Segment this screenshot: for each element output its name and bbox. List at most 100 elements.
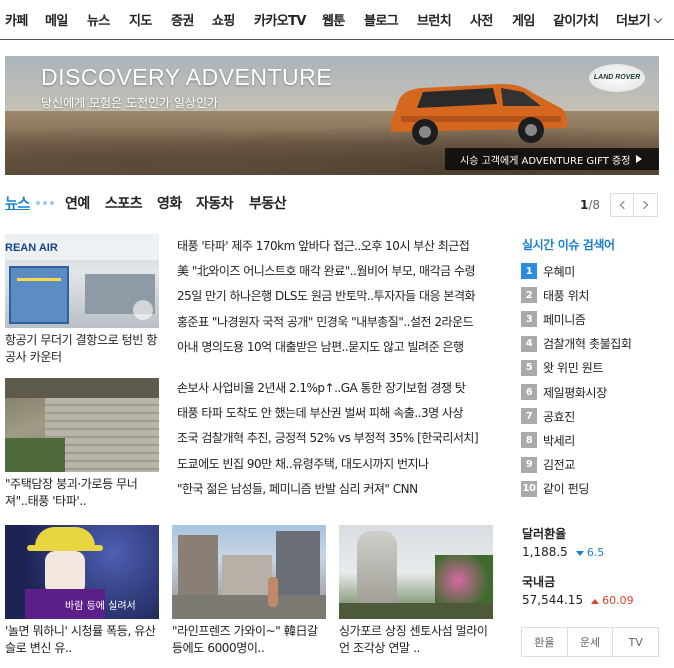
fx-label[interactable]: 달러환율 [522, 525, 566, 542]
gold-value: 57,544.15 [522, 593, 584, 607]
page-indicator: 1/8 [580, 198, 601, 212]
headline-link[interactable]: 손보사 사업비율 2년새 2.1%p↑..GA 통한 장기보험 경쟁 탓 [177, 376, 493, 401]
nav-more-button[interactable]: 더보기 [616, 10, 663, 29]
arrow-down-icon [575, 550, 584, 556]
chevron-right-icon [639, 200, 649, 210]
tab-news[interactable]: 뉴스 [5, 193, 30, 213]
nav-item-webtoon[interactable]: 웹툰 [322, 10, 345, 29]
headline-link[interactable]: 태풍 타파 도착도 안 했는데 부산권 벌써 피해 속출..3명 사상 [177, 401, 493, 426]
tool-fortune-button[interactable]: 운세 [568, 628, 614, 656]
realtime-item[interactable]: 6 제일평화시장 [521, 380, 632, 404]
tab-sports[interactable]: 스포츠 [105, 193, 143, 213]
rank-badge: 5 [521, 359, 537, 376]
realtime-keyword: 태풍 위치 [543, 288, 589, 303]
realtime-keyword: 김전교 [543, 458, 575, 473]
gold-label[interactable]: 국내금 [522, 573, 555, 590]
play-arrow-icon [636, 155, 643, 163]
realtime-item[interactable]: 5 왓 위민 원트 [521, 356, 632, 380]
headline-link[interactable]: 도쿄에도 빈집 90만 채..유령주택, 대도시까지 번지나 [177, 452, 493, 477]
nav-item-together[interactable]: 같이가치 [553, 10, 599, 29]
realtime-item[interactable]: 7 공효진 [521, 404, 632, 428]
nav-item-brunch[interactable]: 브런치 [417, 10, 452, 29]
top-nav: 카페 메일 뉴스 지도 증권 쇼핑 카카오TV 웹툰 블로그 브런치 사전 게임… [0, 0, 674, 40]
nav-item-map[interactable]: 지도 [129, 10, 152, 29]
banner-title: DISCOVERY ADVENTURE [41, 64, 333, 90]
nav-item-kakaotv[interactable]: 카카오TV [254, 10, 306, 29]
realtime-keyword: 우혜미 [543, 264, 575, 279]
headline-link[interactable]: "한국 젊은 남성들, 페미니즘 반발 심리 커져" CNN [177, 477, 493, 502]
headline-link[interactable]: 홍준표 "나경원자 국적 공개" 민경욱 "내부총질"..설전 2라운드 [177, 310, 493, 335]
gold-value-row: 57,544.15 60.09 [522, 593, 634, 607]
realtime-item[interactable]: 1 우혜미 [521, 259, 632, 283]
realtime-keyword: 공효진 [543, 409, 575, 424]
rank-badge: 4 [521, 335, 537, 352]
tab-movie[interactable]: 영화 [157, 193, 182, 213]
brand-logo: LAND ROVER [589, 64, 645, 92]
news-thumbnail[interactable]: REAN AIR [5, 234, 159, 328]
nav-item-blog[interactable]: 블로그 [364, 10, 399, 29]
headline-list: 태풍 '타파' 제주 170km 앞바다 접근..오후 10시 부산 최근접 美… [177, 234, 493, 360]
fx-value: 1,188.5 [522, 545, 568, 559]
tab-realestate[interactable]: 부동산 [249, 193, 287, 213]
headline-link[interactable]: 태풍 '타파' 제주 170km 앞바다 접근..오후 10시 부산 최근접 [177, 234, 493, 259]
rank-badge: 6 [521, 384, 537, 401]
tv-caption-overlay: 바람 등에 실려서 [65, 601, 136, 612]
realtime-item[interactable]: 10 같이 펀딩 [521, 477, 632, 501]
gold-change: 60.09 [602, 593, 634, 607]
airline-sign: REAN AIR [5, 242, 58, 254]
realtime-keyword: 제일평화시장 [543, 385, 607, 400]
realtime-item[interactable]: 9 김전교 [521, 453, 632, 477]
realtime-list: 1 우혜미 2 태풍 위치 3 페미니즘 4 검찰개혁 촛불집회 5 왓 위민 원트 6제… [521, 259, 632, 501]
tool-exchange-button[interactable]: 환율 [522, 628, 568, 656]
nav-item-shopping[interactable]: 쇼핑 [212, 10, 235, 29]
news-thumbnail[interactable] [339, 525, 493, 619]
realtime-item[interactable]: 8 박세리 [521, 428, 632, 452]
nav-item-stock[interactable]: 증권 [171, 10, 194, 29]
realtime-item[interactable]: 4 검찰개혁 촛불집회 [521, 332, 632, 356]
banner-gift-link[interactable]: 시승 고객에게 ADVENTURE GIFT 증정 [445, 148, 659, 170]
ad-banner[interactable]: DISCOVERY ADVENTURE 당신에게 모험은 도전인가 일상인가 L… [5, 56, 659, 175]
nav-item-news[interactable]: 뉴스 [87, 10, 110, 29]
rank-badge: 9 [521, 456, 537, 473]
nav-item-mail[interactable]: 메일 [45, 10, 68, 29]
headline-link[interactable]: 25일 만기 하나은행 DLS도 원금 반토막..투자자들 대응 본격화 [177, 284, 493, 309]
thumbnail-caption[interactable]: '놀면 뭐하니' 시청률 폭등, 유산슬로 변신 유.. [5, 623, 159, 657]
nav-more-label: 더보기 [616, 14, 651, 29]
realtime-item[interactable]: 2 태풍 위치 [521, 283, 632, 307]
chevron-left-icon [619, 200, 628, 210]
rank-badge: 10 [521, 480, 537, 497]
thumbnail-caption[interactable]: "라인프렌즈 가와이~" 韓日갈등에도 6000명이.. [172, 623, 326, 657]
fx-change: 6.5 [586, 545, 605, 559]
next-page-button[interactable] [634, 193, 659, 217]
nav-item-game[interactable]: 게임 [512, 10, 535, 29]
tab-car[interactable]: 자동차 [196, 193, 234, 213]
realtime-item[interactable]: 3 페미니즘 [521, 307, 632, 331]
prev-page-button[interactable] [610, 193, 635, 217]
dots-icon [36, 201, 54, 205]
nav-item-cafe[interactable]: 카페 [5, 10, 28, 29]
tool-tv-button[interactable]: TV [613, 628, 658, 656]
headline-link[interactable]: 조국 검찰개혁 추진, 긍정적 52% vs 부정적 35% [한국리서치] [177, 426, 493, 451]
nav-item-dictionary[interactable]: 사전 [470, 10, 493, 29]
gift-label: 시승 고객에게 ADVENTURE GIFT 증정 [460, 155, 631, 167]
rank-badge: 2 [521, 287, 537, 304]
realtime-title[interactable]: 실시간 이슈 검색어 [522, 236, 615, 253]
thumbnail-caption[interactable]: "주택담장 붕괴·가로등 무너져"..태풍 '타파'.. [5, 476, 159, 510]
news-thumbnail[interactable]: 바람 등에 실려서 [5, 525, 159, 619]
chevron-down-icon [653, 14, 663, 24]
thumbnail-caption[interactable]: 항공기 무더기 결항으로 텅빈 항공사 카운터 [5, 332, 159, 366]
realtime-keyword: 검찰개혁 촛불집회 [543, 337, 632, 352]
headline-list: 손보사 사업비율 2년새 2.1%p↑..GA 통한 장기보험 경쟁 탓 태풍 … [177, 376, 493, 502]
headline-link[interactable]: 아내 명의도용 10억 대출받은 남편..묻지도 않고 빌려준 은행 [177, 335, 493, 360]
realtime-keyword: 페미니즘 [543, 312, 586, 327]
news-thumbnail[interactable] [172, 525, 326, 619]
car-image [391, 84, 567, 145]
news-thumbnail[interactable] [5, 378, 159, 472]
tab-pager: 1/8 [580, 193, 659, 217]
realtime-keyword: 같이 펀딩 [543, 482, 589, 497]
tab-entertainment[interactable]: 연예 [65, 193, 90, 213]
banner-subtitle: 당신에게 모험은 도전인가 일상인가 [41, 96, 219, 110]
thumbnail-caption[interactable]: 싱가포르 상징 센토사섬 멀라이언 조각상 연말 .. [339, 623, 493, 657]
headline-link[interactable]: 美 "北와이즈 어니스트호 매각 완료"..웜비어 부모, 매각금 수령 [177, 259, 493, 284]
rank-badge: 3 [521, 311, 537, 328]
